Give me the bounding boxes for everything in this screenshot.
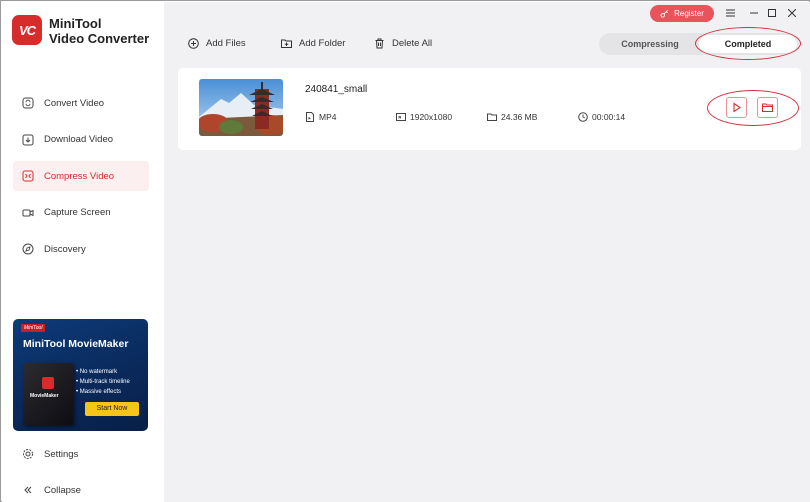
hamburger-icon [725,9,735,17]
maximize-icon [768,9,776,17]
app-window: VC MiniTool Video Converter Convert Vide… [0,0,810,502]
tab-compressing[interactable]: Compressing [601,35,699,53]
promo-banner[interactable]: MiniTool MiniTool MovieMaker MovieMaker … [13,319,148,431]
file-duration: 00:00:14 [578,112,625,122]
file-size: 24.36 MB [487,112,537,122]
file-name: 240841_small [305,84,368,95]
promo-feature: • Multi-track timeline [76,379,130,385]
close-button[interactable] [784,5,800,21]
product-box-image: MovieMaker [23,363,73,425]
app-title: MiniTool Video Converter [49,16,149,46]
promo-feature: • No watermark [76,369,118,375]
file-size-value: 24.36 MB [501,112,538,122]
minimize-button[interactable] [746,5,762,21]
minimize-icon [750,12,758,14]
product-box-label: MovieMaker [30,393,59,399]
camera-icon [22,209,34,216]
sidebar-item-label: Convert Video [44,97,105,109]
sidebar-item-label: Discovery [44,243,86,255]
sidebar-item-label: Download Video [44,134,114,145]
settings-label: Settings [44,448,79,460]
file-duration-value: 00:00:14 [592,112,626,122]
add-files-button[interactable]: Add Files [188,38,246,49]
app-title-line1: MiniTool [49,16,102,31]
folder-size-icon [487,113,497,121]
delete-all-button[interactable]: Delete All [374,38,432,49]
settings-button[interactable]: Settings [22,448,78,460]
sidebar-item-compress-video[interactable]: Compress Video [13,161,149,191]
key-icon [660,10,669,18]
close-icon [788,9,796,17]
promo-feature: • Massive effects [76,389,122,395]
play-icon [733,102,741,113]
register-label: Register [674,9,704,18]
add-file-icon [188,38,199,49]
add-files-label: Add Files [206,38,246,49]
clock-icon [578,112,588,122]
compass-icon [22,243,34,255]
video-thumbnail[interactable] [199,79,283,136]
sidebar-nav: Convert Video Download Video Compress Vi… [13,88,149,271]
register-button[interactable]: Register [650,5,714,22]
menu-button[interactable] [722,5,738,21]
sidebar: VC MiniTool Video Converter Convert Vide… [2,2,164,502]
open-folder-button[interactable] [757,97,778,118]
gear-icon [23,449,33,459]
app-title-line2: Video Converter [49,31,150,46]
delete-all-label: Delete All [392,38,433,49]
file-format-icon [306,112,314,122]
promo-title: MiniTool MovieMaker [23,338,129,350]
file-format: MP4 [305,112,336,122]
highlight-circle-actions [707,90,799,126]
add-folder-label: Add Folder [299,38,346,49]
start-now-button[interactable]: Start Now [85,402,139,416]
app-logo: VC [12,15,42,45]
file-format-value: MP4 [319,112,337,122]
sidebar-item-capture-screen[interactable]: Capture Screen [13,198,149,228]
file-resolution-value: 1920x1080 [410,112,453,122]
collapse-button[interactable]: Collapse [22,484,81,496]
tab-completed[interactable]: Completed [699,35,797,53]
top-bar: Register Add Files Add Folder Delete All… [164,2,810,64]
sidebar-item-label: Compress Video [44,170,115,182]
compress-icon [22,170,34,182]
add-folder-button[interactable]: Add Folder [281,38,345,49]
promo-brand: MiniTool [21,324,46,332]
play-button[interactable] [726,97,747,118]
main-panel: Register Add Files Add Folder Delete All… [164,2,810,502]
status-tabs: Compressing Completed [599,33,799,55]
collapse-icon [24,486,32,494]
add-folder-icon [281,39,292,48]
file-card: 240841_small MP4 1920x1080 24.36 MB 00:0… [178,68,801,150]
resolution-icon [396,113,406,121]
sidebar-item-convert-video[interactable]: Convert Video [13,88,149,118]
trash-icon [375,38,384,49]
download-icon [22,134,34,145]
sidebar-item-download-video[interactable]: Download Video [13,125,149,155]
maximize-button[interactable] [764,5,780,21]
sidebar-item-label: Capture Screen [44,207,111,218]
collapse-label: Collapse [44,484,81,496]
moviemaker-logo-icon [42,377,54,389]
file-resolution: 1920x1080 [396,112,452,122]
sidebar-item-discovery[interactable]: Discovery [13,234,149,264]
convert-icon [22,97,34,109]
folder-icon [762,103,773,112]
